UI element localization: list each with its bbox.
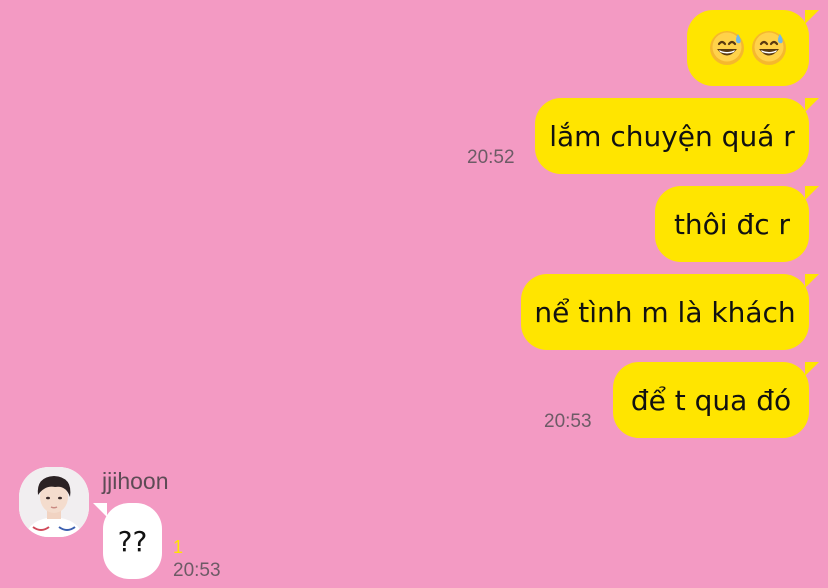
grinning-sweat-emoji-icon xyxy=(710,31,744,65)
unread-count-badge: 1 xyxy=(173,537,184,557)
outgoing-message[interactable]: thôi đc r xyxy=(655,186,819,262)
message-timestamp: 20:53 xyxy=(544,411,592,432)
chat-room: 20:52 lắm chuyện quá r thôi đc r nể tình… xyxy=(0,0,828,588)
outgoing-message-emoji[interactable] xyxy=(687,10,819,86)
outgoing-message[interactable]: để t qua đó xyxy=(613,362,819,438)
message-timestamp: 20:52 xyxy=(467,147,515,168)
outgoing-message[interactable]: nể tình m là khách xyxy=(521,274,819,350)
message-timestamp: 20:53 xyxy=(173,560,221,581)
avatar[interactable] xyxy=(19,467,89,537)
incoming-message[interactable]: ?? xyxy=(93,503,162,579)
profile-photo-icon xyxy=(19,467,89,537)
sender-name: jjihoon xyxy=(102,468,169,494)
outgoing-message[interactable]: lắm chuyện quá r xyxy=(535,98,819,174)
grinning-sweat-emoji-icon xyxy=(752,31,786,65)
